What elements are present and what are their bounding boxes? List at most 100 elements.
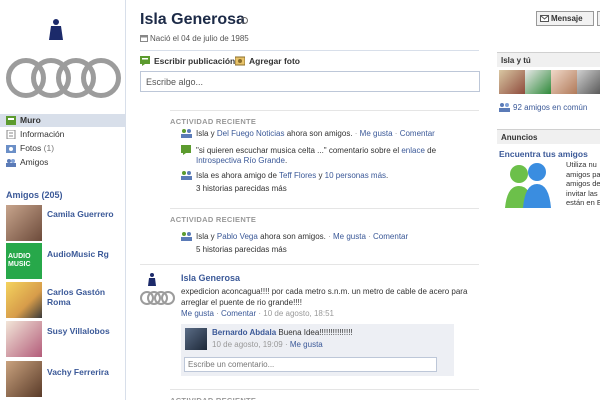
friend-item[interactable]: Vachy Ferrerira <box>6 361 124 399</box>
nav-muro[interactable]: Muro <box>0 114 126 127</box>
comment-meta: 10 de agosto, 19:09 · Me gusta <box>212 340 323 349</box>
post-text: expedicion aconcagua!!!! por cada metro … <box>181 287 468 307</box>
friend-name[interactable]: Susy Villalobos <box>47 326 110 336</box>
text: ahora son amigos. <box>284 129 353 138</box>
like-link[interactable]: Me gusta <box>360 129 393 138</box>
text: de <box>424 146 437 155</box>
profile-silhouette-icon <box>49 19 63 40</box>
friend-link[interactable]: Teff Flores <box>279 171 316 180</box>
friend-item[interactable]: AUDIO MUSIC AudioMusic Rg <box>6 243 124 281</box>
message-button[interactable]: Mensaje <box>536 11 594 26</box>
friend-avatar[interactable]: AUDIO MUSIC <box>6 243 42 279</box>
friend-item[interactable]: Camila Guerrero <box>6 205 124 243</box>
post-author-name[interactable]: Isla Generosa <box>181 273 240 283</box>
ad-text-line: amigos pa <box>566 169 600 179</box>
like-link[interactable]: Me gusta <box>290 340 323 349</box>
left-sidebar: Muro Información Fotos (1) Amigos Amigos… <box>0 0 126 400</box>
comment-input[interactable]: Escribe un comentario... <box>184 357 437 372</box>
friend-avatar[interactable] <box>6 205 42 241</box>
nav-label: Información <box>20 129 65 139</box>
friends-icon <box>6 159 16 167</box>
friends-header[interactable]: Amigos (205) <box>6 190 63 200</box>
post-time: 10 de agosto, 18:51 <box>263 309 334 318</box>
friend-avatar[interactable] <box>6 361 42 397</box>
tab-write-post[interactable]: Escribir publicación <box>154 56 235 66</box>
friendship-icon <box>181 232 192 241</box>
friend-name[interactable]: Carlos Gastón Roma <box>47 287 127 307</box>
info-icon <box>6 130 16 139</box>
ad-text: Utiliza nu amigos pa amigos de invitar l… <box>566 160 600 208</box>
ads-header: Anuncios <box>497 129 600 144</box>
link[interactable]: enlace <box>401 146 425 155</box>
text: Isla y <box>196 129 217 138</box>
like-link[interactable]: Me gusta <box>181 309 214 318</box>
write-post-icon <box>140 56 150 66</box>
profile-name: Isla Generosa <box>140 11 245 28</box>
page-link[interactable]: Introspectiva Río Grande <box>196 156 285 165</box>
text: ahora son amigos. <box>257 232 326 241</box>
comment-link[interactable]: Comentar <box>373 232 408 241</box>
friend-name[interactable]: Vachy Ferrerira <box>47 367 109 377</box>
ad-title[interactable]: Encuentra tus amigos <box>499 149 588 159</box>
commenter-name[interactable]: Bernardo Abdala <box>212 328 276 337</box>
nav-informacion[interactable]: Información <box>0 128 126 141</box>
text: "si quieren escuchar musica celta ..." <box>196 146 327 155</box>
mutual-friend-thumb[interactable] <box>577 70 600 94</box>
friend-item[interactable]: Carlos Gastón Roma <box>6 282 124 320</box>
comment-icon <box>181 145 191 155</box>
comment-link[interactable]: Comentar <box>400 129 435 138</box>
birth-date: Nació el 04 de julio de 1985 <box>150 34 249 43</box>
nav-fotos[interactable]: Fotos (1) <box>0 142 126 155</box>
friends-icon <box>499 103 510 112</box>
text: . <box>386 171 389 180</box>
friend-name[interactable]: Camila Guerrero <box>47 209 114 219</box>
activity-line: Isla y Pablo Vega ahora son amigos. · Me… <box>196 232 409 241</box>
friend-name[interactable]: AudioMusic Rg <box>47 249 109 259</box>
friend-link[interactable]: Del Fuego Noticias <box>217 129 285 138</box>
more-people-link[interactable]: 10 personas más <box>325 171 386 180</box>
mutual-friends-link[interactable]: 92 amigos en común <box>513 103 587 112</box>
wall-icon <box>6 116 16 125</box>
comment-link[interactable]: Comentar <box>221 309 256 318</box>
post-author-avatar[interactable] <box>140 291 176 305</box>
mutual-friend-thumb[interactable] <box>499 70 525 94</box>
similar-stories-link[interactable]: 5 historias parecidas más <box>196 245 287 255</box>
author-silhouette-icon <box>148 273 156 286</box>
friendship-icon <box>181 171 192 180</box>
composer-tabs: Escribir publicación Agregar foto <box>140 50 479 70</box>
nav-label: Amigos <box>20 157 49 167</box>
friend-link[interactable]: Pablo Vega <box>217 232 258 241</box>
activity-header: ACTIVIDAD RECIENTE <box>170 208 479 224</box>
friend-avatar[interactable] <box>6 282 42 318</box>
text: comentario sobre el <box>326 146 402 155</box>
calendar-icon <box>140 35 148 42</box>
button-label: Mensaje <box>551 14 583 23</box>
profile-picture-logo[interactable] <box>6 58 121 98</box>
text: y <box>316 171 325 180</box>
avatar-text: AUDIO MUSIC <box>8 253 31 268</box>
activity-header: ACTIVIDAD RECIENTE <box>170 110 479 126</box>
nav-label: Muro <box>20 115 41 125</box>
activity-line: "si quieren escuchar musica celta ..." c… <box>196 146 436 156</box>
similar-stories-link[interactable]: 3 historias parecidas más <box>196 184 287 194</box>
photos-icon <box>6 145 16 153</box>
tab-add-photo[interactable]: Agregar foto <box>249 56 300 66</box>
ad-text-line: Utiliza nu <box>566 160 597 169</box>
friend-item[interactable]: Susy Villalobos <box>6 321 124 359</box>
friend-avatar[interactable] <box>6 321 42 357</box>
ad-text-line: invitar las <box>566 188 598 198</box>
status-composer-input[interactable]: Escribe algo... <box>140 71 480 92</box>
nav-label: Fotos <box>20 143 42 153</box>
commenter-avatar[interactable] <box>185 328 207 350</box>
activity-header: ACTIVIDAD RECIENTE <box>170 389 479 400</box>
messenger-buddies-icon[interactable] <box>499 160 559 210</box>
ad-text-line: están en E <box>566 198 600 207</box>
nav-amigos[interactable]: Amigos <box>0 156 126 169</box>
activity-line: Introspectiva Río Grande. <box>196 156 287 166</box>
mutual-friend-thumb[interactable] <box>551 70 577 94</box>
nav-count: (1) <box>43 143 55 153</box>
like-link[interactable]: Me gusta <box>333 232 366 241</box>
comment: Bernardo Abdala Buena Idea!!!!!!!!!!!!!!… <box>212 328 353 337</box>
text: Isla y <box>196 232 217 241</box>
mutual-friend-thumb[interactable] <box>525 70 551 94</box>
